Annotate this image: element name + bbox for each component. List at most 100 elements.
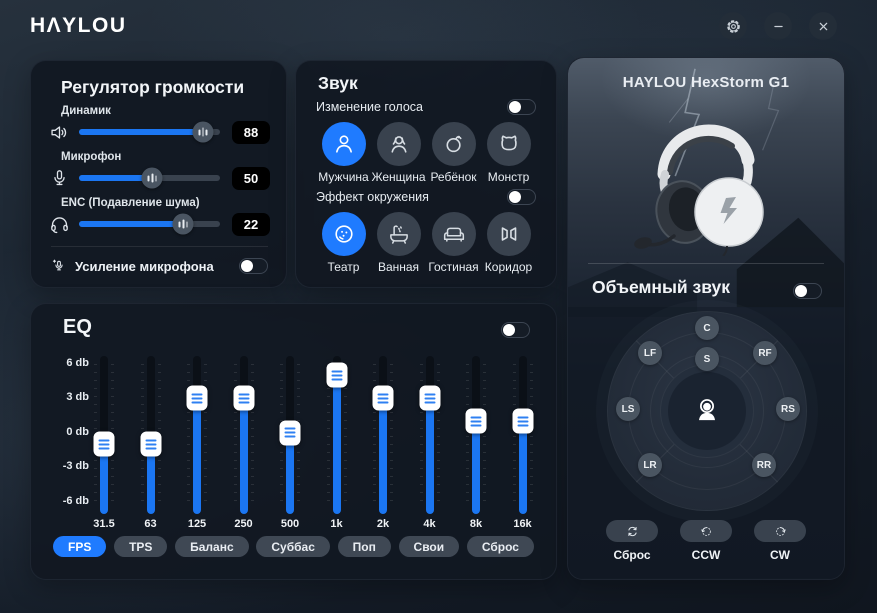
ambient-option-3[interactable]: Коридор <box>481 212 536 274</box>
microphone-slider-row: 50 <box>49 166 270 190</box>
mic-boost-toggle[interactable] <box>239 258 268 274</box>
eq-band-31.5: 31.5 <box>92 356 116 530</box>
enc-slider[interactable] <box>79 213 220 235</box>
slider-fill <box>79 221 184 227</box>
monster-icon <box>496 131 522 157</box>
ccw-button[interactable] <box>680 520 732 542</box>
option-circle <box>431 212 476 256</box>
device-panel: HAYLOU HexStorm G1 Объемный звук C S LF … <box>567 57 845 580</box>
eq-thumb[interactable] <box>512 408 533 434</box>
settings-button[interactable] <box>719 12 747 40</box>
speaker-position-S[interactable]: S <box>695 347 719 371</box>
voice-change-toggle[interactable] <box>507 99 536 115</box>
speaker-position-LR[interactable]: LR <box>638 453 662 477</box>
surround-control-0: Сброс <box>600 520 664 562</box>
eq-freq-label: 125 <box>187 518 207 530</box>
eq-thumb[interactable] <box>93 431 115 457</box>
options-row: Мужчина Женщина Ребёнок Монстр <box>316 122 536 184</box>
eq-fill <box>472 421 480 514</box>
settings-gear-icon <box>725 18 742 35</box>
eq-band-2k: 2k <box>371 356 395 530</box>
eq-scale-label: -3 db <box>62 460 89 473</box>
speaker-position-LF[interactable]: LF <box>638 341 662 365</box>
microphone-slider[interactable] <box>79 167 220 189</box>
enc-label: ENC (Подавление шума) <box>61 197 200 209</box>
eq-panel: EQ 6 db 3 db 0 db -3 db -6 db 31.5 63 125 250 500… <box>30 303 557 580</box>
option-label: Женщина <box>371 170 426 184</box>
divider <box>51 246 268 247</box>
speaker-position-C[interactable]: C <box>695 316 719 340</box>
volume-panel-title: Регулятор громкости <box>61 77 245 97</box>
speaker-position-RF[interactable]: RF <box>753 341 777 365</box>
speaker-slider[interactable] <box>79 121 220 143</box>
surround-sound-label: Объемный звук <box>592 277 731 297</box>
slider-thumb[interactable] <box>172 213 194 235</box>
eq-thumb[interactable] <box>279 420 301 446</box>
ambient-effect-toggle[interactable] <box>507 189 536 205</box>
option-label: Монстр <box>487 170 530 184</box>
speaker-position-RS[interactable]: RS <box>776 397 800 421</box>
cw-button[interactable] <box>754 520 806 542</box>
ambient-option-1[interactable]: Ванная <box>371 212 426 274</box>
mic-boost-label: Усиление микрофона <box>75 258 214 274</box>
eq-freq-label: 1k <box>330 518 343 530</box>
preset-button-0[interactable]: FPS <box>53 536 107 557</box>
options-row: Театр Ванная Гостиная Коридор <box>316 212 536 274</box>
voice-option-0[interactable]: Мужчина <box>316 122 371 184</box>
microphone-label: Микрофон <box>61 151 122 163</box>
preset-button-6[interactable]: Сброс <box>466 536 534 557</box>
preset-button-3[interactable]: Суббас <box>256 536 330 557</box>
sound-panel-title: Звук <box>318 73 358 93</box>
voice-option-1[interactable]: Женщина <box>371 122 426 184</box>
eq-freq-label: 250 <box>234 518 253 530</box>
slider-thumb[interactable] <box>141 167 163 189</box>
eq-toggle[interactable] <box>501 322 530 338</box>
haylou-logo: HΛYLOU <box>30 14 127 37</box>
speaker-position-LS[interactable]: LS <box>616 397 640 421</box>
control-label: CCW <box>691 548 721 562</box>
close-button[interactable] <box>809 12 837 40</box>
сброс-button[interactable] <box>606 520 658 542</box>
option-circle <box>376 122 421 166</box>
speaker-position-RR[interactable]: RR <box>752 453 776 477</box>
eq-fill <box>332 375 341 514</box>
section-header: Эффект окружения <box>316 188 536 206</box>
reset-icon <box>625 524 640 539</box>
rotate-ccw-icon <box>699 524 714 539</box>
surround-toggle-slot <box>793 283 822 299</box>
preset-button-4[interactable]: Поп <box>337 536 391 557</box>
eq-thumb[interactable] <box>326 362 347 388</box>
mic-boost-icon <box>51 258 67 274</box>
ambient-option-0[interactable]: Театр <box>316 212 371 274</box>
preset-button-2[interactable]: Баланс <box>175 536 249 557</box>
minimize-button[interactable] <box>764 12 792 40</box>
eq-sliders-area: 6 db 3 db 0 db -3 db -6 db 31.5 63 125 250 500 1k 2… <box>31 356 558 530</box>
ambient-option-2[interactable]: Гостиная <box>426 212 481 274</box>
eq-thumb[interactable] <box>465 408 487 434</box>
toggle-knob <box>795 284 807 297</box>
surround-sound-toggle[interactable] <box>793 283 822 299</box>
eq-fill <box>193 398 201 514</box>
listener-disc <box>668 372 746 450</box>
headset-image <box>626 106 786 257</box>
eq-band-16k: 16k <box>511 356 535 530</box>
voice-option-3[interactable]: Монстр <box>481 122 536 184</box>
eq-freq-label: 31.5 <box>93 518 115 530</box>
eq-band-250: 250 <box>232 356 256 530</box>
eq-thumb[interactable] <box>233 385 254 411</box>
eq-thumb[interactable] <box>140 431 161 457</box>
eq-thumb[interactable] <box>372 385 394 411</box>
eq-thumb[interactable] <box>186 385 208 411</box>
volume-sliders: Динамик 88 Микрофон 50 ENC (Подавление шума)… <box>49 105 270 236</box>
speaker-icon <box>49 122 70 143</box>
speaker-label: Динамик <box>61 105 111 117</box>
titlebar: HΛYLOU <box>0 0 877 52</box>
preset-button-5[interactable]: Свои <box>398 536 460 557</box>
slider-thumb[interactable] <box>192 121 214 143</box>
eq-scale-label: 3 db <box>66 391 89 404</box>
eq-thumb[interactable] <box>419 385 440 411</box>
female-icon <box>386 131 412 157</box>
preset-button-1[interactable]: TPS <box>114 536 168 557</box>
voice-option-2[interactable]: Ребёнок <box>426 122 481 184</box>
sofa-icon <box>441 221 467 247</box>
